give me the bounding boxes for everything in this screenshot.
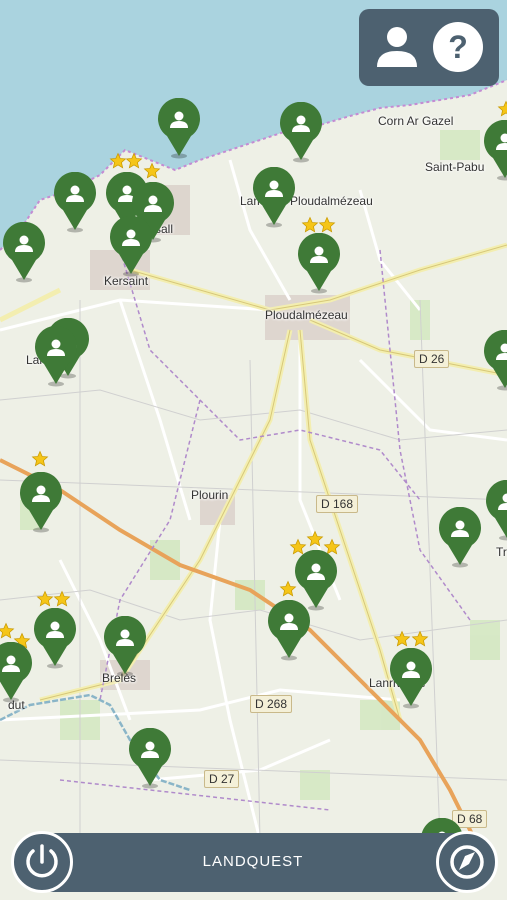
star-icon: [301, 216, 319, 234]
person-icon: [377, 27, 417, 67]
place-label: Ploudalmézeau: [265, 308, 348, 322]
profile-button[interactable]: [371, 21, 423, 73]
place-label: Corn Ar Gazel: [378, 114, 454, 128]
location-pin[interactable]: [32, 607, 78, 670]
location-pin[interactable]: [482, 119, 507, 182]
power-icon: [26, 844, 58, 878]
location-pin[interactable]: [251, 166, 297, 229]
place-label: Tr: [496, 545, 507, 559]
top-toolbar: ?: [359, 9, 499, 86]
star-icon: [497, 100, 507, 118]
road-shield: D 27: [204, 770, 240, 788]
location-pin[interactable]: [437, 506, 483, 569]
location-pin[interactable]: [278, 101, 324, 164]
location-pin[interactable]: [388, 647, 434, 710]
star-icon: [36, 590, 54, 608]
star-icon: [318, 216, 336, 234]
location-pin[interactable]: [484, 479, 507, 542]
help-button[interactable]: ?: [432, 21, 484, 73]
star-icon: [411, 630, 429, 648]
location-pin[interactable]: [52, 171, 98, 234]
svg-text:?: ?: [448, 29, 468, 65]
location-pin[interactable]: [156, 97, 202, 160]
location-pin[interactable]: [266, 599, 312, 662]
bottom-bar: LANDQUEST: [44, 833, 462, 892]
location-pin[interactable]: [18, 471, 64, 534]
location-pin[interactable]: [0, 641, 34, 704]
star-icon: [306, 530, 324, 548]
star-icon: [393, 630, 411, 648]
star-icon: [53, 590, 71, 608]
location-pin[interactable]: [127, 727, 173, 790]
star-icon: [125, 152, 143, 170]
road-shield: D 268: [250, 695, 293, 713]
app-title: LANDQUEST: [202, 853, 304, 870]
place-label: Saint-Pabu: [425, 160, 485, 174]
place-label: Plourin: [191, 488, 229, 502]
compass-button[interactable]: [436, 831, 498, 893]
location-pin[interactable]: [102, 615, 148, 678]
road-shield: D 26: [414, 350, 450, 368]
map[interactable]: [0, 0, 507, 900]
location-pin[interactable]: [1, 221, 47, 284]
location-pin[interactable]: [33, 325, 79, 388]
help-icon: ?: [433, 22, 483, 72]
location-pin[interactable]: [296, 232, 342, 295]
star-icon: [31, 450, 49, 468]
road-shield: D 168: [316, 495, 359, 513]
power-button[interactable]: [11, 831, 73, 893]
compass-icon: [450, 845, 484, 879]
location-pin[interactable]: [108, 215, 154, 278]
location-pin[interactable]: [482, 329, 507, 392]
